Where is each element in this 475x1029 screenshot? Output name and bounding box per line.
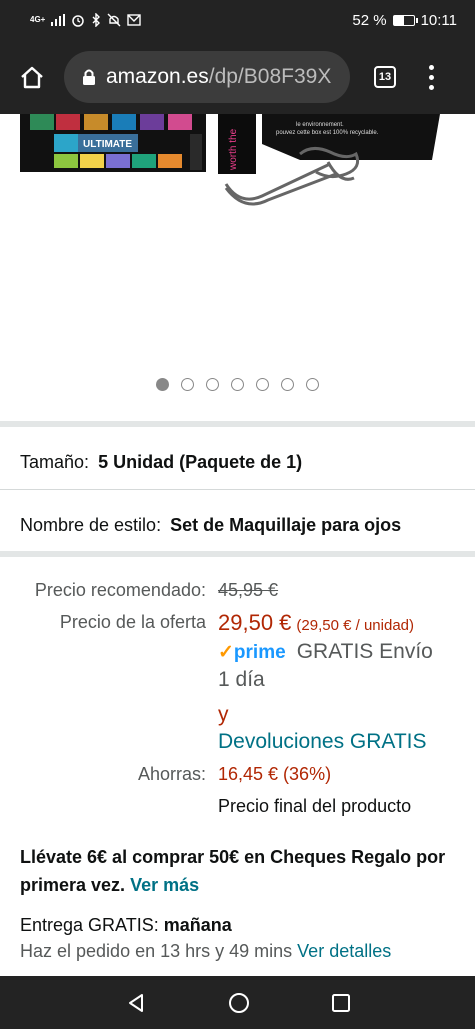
size-label: Tamaño: [20,452,90,472]
url-text: amazon.es/dp/B08F39X [106,65,332,88]
alarm-icon [72,15,85,27]
style-label: Nombre de estilo: [20,515,162,535]
product-image[interactable]: ULTIMATE worth the le environnement. pou… [0,114,475,358]
size-value: 5 Unidad (Paquete de 1) [98,452,303,472]
address-bar[interactable]: amazon.es/dp/B08F39X [64,51,350,103]
delivery-details-link[interactable]: Ver detalles [297,941,391,961]
free-returns-link[interactable]: Devoluciones GRATIS [218,730,427,754]
carousel-dot[interactable] [206,378,219,391]
carousel-dot[interactable] [181,378,194,391]
mascara-tube: worth the [218,114,256,174]
final-price-note: Precio final del producto [218,796,412,816]
clock: 10:11 [420,11,457,29]
divider [0,421,475,427]
mail-icon [127,14,142,26]
promo-text: Llévate 6€ al comprar 50€ en Cheques Reg… [20,847,446,895]
divider [0,551,475,557]
deal-price-line: 29,50 € (29,50 € / unidad) [218,610,414,636]
free-shipping-text: GRATIS Envío [296,640,433,663]
savings-label: Ahorras: [137,764,206,784]
unit-price: (29,50 € / unidad) [296,617,415,634]
variation-size[interactable]: Tamaño: 5 Unidad (Paquete de 1) [20,452,302,473]
status-bar: 4G+ 52 % 10:11 [0,0,475,40]
gift-card-promo: Llévate 6€ al comprar 50€ en Cheques Reg… [20,843,460,899]
carousel-dot[interactable] [231,378,244,391]
style-value: Set de Maquillaje para ojos [170,515,402,535]
gift-box: le environnement. pouvez cette box est 1… [262,114,440,160]
delivery-countdown: Haz el pedido en 13 hrs y 49 mins [20,941,293,961]
carousel-dot[interactable] [306,378,319,391]
delivery-line: Entrega GRATIS: mañana [20,912,391,938]
palette-label: ULTIMATE [83,139,132,150]
variation-style[interactable]: Nombre de estilo: Set de Maquillaje para… [20,515,401,536]
list-price: 45,95 € [218,580,279,600]
deal-price: 29,50 € [218,610,292,635]
box-text-2: pouvez cette box est 100% recyclable. [276,130,379,136]
bluetooth-icon [92,13,101,27]
browser-toolbar: amazon.es/dp/B08F39X 13 [0,40,475,114]
promo-link[interactable]: Ver más [130,875,199,895]
divider [0,489,475,490]
battery-percent: 52 % [352,11,387,29]
home-icon [21,66,43,89]
prime-check-icon: ✓ [218,642,234,663]
delivery-info: Entrega GRATIS: mañana Haz el pedido en … [20,912,391,964]
deal-price-label: Precio de la oferta [59,612,206,632]
carousel-dot[interactable] [156,378,169,391]
home-nav-icon[interactable] [227,991,251,1015]
free-shipping-days: 1 día [218,668,265,691]
mute-icon [107,13,121,27]
mascara-label: worth the [228,128,239,171]
system-nav-bar [0,976,475,1029]
savings-value: 16,45 € (36%) [218,764,332,784]
carousel-dot[interactable] [281,378,294,391]
eyeshadow-palette: ULTIMATE [20,114,206,172]
network-indicator: 4G+ [30,15,46,24]
and-text: y [218,703,229,726]
overflow-menu-button[interactable] [426,64,436,90]
prime-line: ✓prime GRATIS Envío [218,640,433,664]
battery-icon [392,14,418,26]
delivery-date: mañana [163,915,232,935]
list-price-label: Precio recomendado: [34,580,206,600]
carousel-dot[interactable] [256,378,269,391]
image-carousel-dots [156,378,319,391]
home-button[interactable] [0,40,64,114]
tab-switcher-button[interactable]: 13 [374,66,396,88]
delivery-label: Entrega GRATIS: [20,915,159,935]
box-text-1: le environnement. [296,122,344,128]
back-icon[interactable] [125,992,147,1014]
prime-logo: prime [233,642,286,663]
lock-icon [83,69,95,85]
signal-icon [51,14,66,26]
recents-icon[interactable] [331,993,351,1013]
delivery-countdown-line: Haz el pedido en 13 hrs y 49 mins Ver de… [20,938,391,964]
